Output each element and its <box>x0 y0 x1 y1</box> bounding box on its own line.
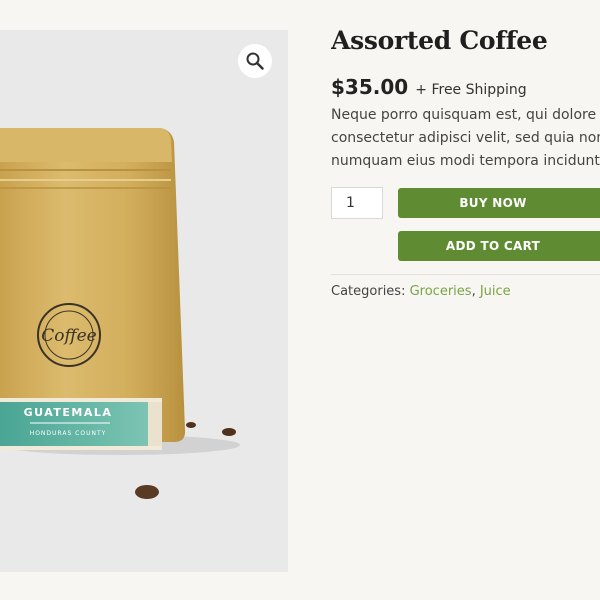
category-link-groceries[interactable]: Groceries <box>410 284 472 299</box>
zoom-button[interactable] <box>238 44 272 78</box>
category-separator: , <box>471 284 476 299</box>
description-line: numquam eius modi tempora incidunt lores… <box>331 153 600 169</box>
shipping-note: + Free Shipping <box>415 82 527 98</box>
product-categories: Categories: Groceries, Juice <box>331 284 511 299</box>
add-to-cart-button[interactable]: ADD TO CART <box>398 231 600 261</box>
divider <box>331 274 600 275</box>
coffee-bag-image: Coffee GUATEMALA HONDURAS COUNTY <box>0 128 240 499</box>
description-line: consectetur adipisci velit, sed quia non… <box>331 130 600 146</box>
price-row: $35.00 + Free Shipping <box>331 75 527 99</box>
bag-label-subtitle: HONDURAS COUNTY <box>30 430 107 437</box>
product-description: Neque porro quisquam est, qui dolore ips… <box>331 104 600 173</box>
quantity-input[interactable]: 1 <box>331 187 383 219</box>
bag-logo-text: Coffee <box>41 326 96 346</box>
product-price: $35.00 <box>331 75 409 99</box>
magnifier-icon <box>246 52 264 70</box>
buy-now-button[interactable]: BUY NOW <box>398 188 600 218</box>
product-page: Coffee GUATEMALA HONDURAS COUNTY Assorte… <box>0 0 600 600</box>
product-image[interactable]: Coffee GUATEMALA HONDURAS COUNTY <box>0 30 288 572</box>
categories-label: Categories: <box>331 284 406 299</box>
product-summary: Assorted Coffee $35.00 + Free Shipping N… <box>331 0 600 600</box>
description-line: Neque porro quisquam est, qui dolore ips… <box>331 107 600 123</box>
product-title: Assorted Coffee <box>331 26 548 55</box>
bag-label-title: GUATEMALA <box>24 406 113 419</box>
category-link-juice[interactable]: Juice <box>480 284 511 299</box>
